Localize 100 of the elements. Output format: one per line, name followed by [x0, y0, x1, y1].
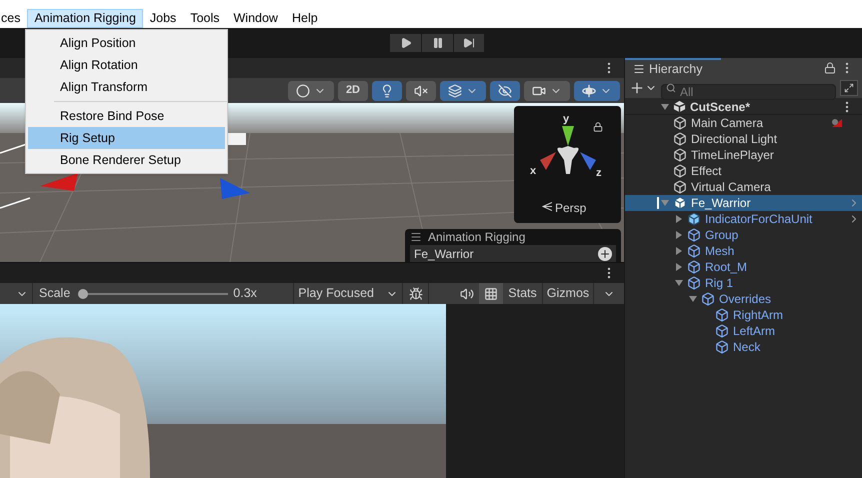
- scene-row[interactable]: CutScene*: [625, 99, 862, 115]
- gizmos-toggle[interactable]: [574, 80, 620, 100]
- cube-icon: [673, 180, 687, 194]
- item-label: Virtual Camera: [691, 179, 771, 196]
- menu-item[interactable]: Help: [284, 8, 325, 28]
- cube-icon: [687, 212, 701, 226]
- step-button[interactable]: [454, 34, 484, 52]
- item-label: Neck: [733, 339, 760, 356]
- item-label: IndicatorForChaUnit: [705, 211, 812, 228]
- overlay-item[interactable]: Fe_Warrior: [410, 245, 616, 262]
- search-field[interactable]: All: [661, 84, 836, 100]
- speaker-icon: [460, 286, 474, 300]
- hierarchy-item[interactable]: Neck: [625, 339, 862, 355]
- menu-option[interactable]: Rig Setup: [28, 127, 225, 149]
- lock-icon[interactable]: [593, 122, 603, 132]
- hierarchy-item[interactable]: Group: [625, 227, 862, 243]
- collapsed-arrow-icon[interactable]: [675, 263, 683, 271]
- hierarchy-item[interactable]: Root_M: [625, 259, 862, 275]
- lighting-toggle[interactable]: [372, 80, 402, 100]
- scale-reading: 0.3x: [233, 285, 258, 302]
- gizmos-button[interactable]: Gizmos: [542, 283, 594, 304]
- play-button[interactable]: [390, 34, 421, 52]
- item-label: Overrides: [719, 291, 772, 308]
- menu-option[interactable]: Align Position: [28, 32, 225, 54]
- cube-icon: [687, 260, 701, 274]
- play-icon: [400, 37, 412, 49]
- grid-icon: [484, 286, 498, 300]
- cube-icon: [673, 116, 687, 130]
- shading-icon: [296, 84, 310, 98]
- menu-option[interactable]: Align Rotation: [28, 54, 225, 76]
- hierarchy-item[interactable]: Rig 1: [625, 275, 862, 291]
- shading-toggle[interactable]: [288, 80, 334, 100]
- item-label: LeftArm: [733, 323, 776, 340]
- overlay-title: Animation Rigging: [428, 229, 526, 246]
- expanded-arrow-icon[interactable]: [689, 295, 697, 303]
- hierarchy-item[interactable]: Directional Light: [625, 131, 862, 147]
- scale-slider[interactable]: [78, 288, 228, 298]
- axis-label: y: [563, 112, 570, 127]
- pause-button[interactable]: [422, 34, 453, 52]
- menu-option[interactable]: Align Transform: [28, 76, 225, 98]
- effects-toggle[interactable]: [440, 80, 486, 100]
- hierarchy-item[interactable]: Mesh: [625, 243, 862, 259]
- menu-item[interactable]: Jobs: [142, 8, 184, 28]
- scene-visibility-button[interactable]: [840, 80, 858, 96]
- hierarchy-item[interactable]: RightArm: [625, 307, 862, 323]
- projection-label[interactable]: Persp: [555, 199, 586, 217]
- lock-icon[interactable]: [824, 62, 836, 74]
- cube-icon: [673, 164, 687, 178]
- menu-option[interactable]: Restore Bind Pose: [28, 105, 225, 127]
- cube-icon: [673, 196, 687, 210]
- item-label: Mesh: [705, 243, 734, 260]
- collapsed-arrow-icon[interactable]: [675, 215, 683, 223]
- collapsed-arrow-icon[interactable]: [675, 231, 683, 239]
- audio-toggle[interactable]: [406, 80, 436, 100]
- menu-item[interactable]: Animation Rigging: [27, 8, 143, 28]
- gizmos-icon: [582, 84, 596, 98]
- visibility-toggle[interactable]: [490, 80, 520, 100]
- effects-icon: [448, 84, 462, 98]
- item-label: TimeLinePlayer: [691, 147, 774, 164]
- cube-icon: [687, 244, 701, 258]
- audio-icon: [414, 84, 428, 98]
- grid-toggle[interactable]: [479, 283, 504, 304]
- hierarchy-item[interactable]: Effect: [625, 163, 862, 179]
- expanded-arrow-icon[interactable]: [661, 102, 669, 110]
- mode-toggle[interactable]: 2D: [338, 80, 368, 100]
- menu-item[interactable]: Tools: [183, 8, 226, 28]
- cube-icon: [673, 132, 687, 146]
- cube-icon: [673, 148, 687, 162]
- visibility-icon: [498, 84, 512, 98]
- item-label: Main Camera: [691, 115, 764, 132]
- lighting-icon: [380, 84, 394, 98]
- collapsed-arrow-icon[interactable]: [675, 247, 683, 255]
- hierarchy-item[interactable]: Main Camera: [625, 115, 862, 131]
- hierarchy-item[interactable]: Overrides: [625, 291, 862, 307]
- hierarchy-item[interactable]: TimeLinePlayer: [625, 147, 862, 163]
- bug-icon: [408, 286, 423, 300]
- step-icon: [463, 37, 475, 49]
- drag-handle-icon[interactable]: [410, 231, 422, 243]
- item-label: Group: [705, 227, 738, 244]
- cube-icon: [687, 228, 701, 242]
- axis-label: x: [530, 164, 536, 179]
- cube-icon: [715, 340, 729, 354]
- orientation-gizmo[interactable]: y x z Persp: [514, 106, 621, 223]
- menu-item[interactable]: Window: [226, 8, 285, 28]
- menu-item[interactable]: ces: [0, 8, 28, 28]
- item-label: Fe_Warrior: [691, 195, 751, 212]
- scene-icon: [673, 100, 686, 113]
- add-icon[interactable]: [598, 247, 612, 261]
- hierarchy-tab[interactable]: Hierarchy: [625, 58, 721, 78]
- add-button[interactable]: [629, 80, 657, 96]
- menu-option[interactable]: Bone Renderer Setup: [28, 149, 225, 171]
- cube-icon: [687, 276, 701, 290]
- cube-icon: [701, 292, 715, 306]
- hierarchy-item[interactable]: LeftArm: [625, 323, 862, 339]
- cube-icon: [715, 308, 729, 322]
- camera-toggle[interactable]: [524, 80, 570, 100]
- hierarchy-item[interactable]: Virtual Camera: [625, 179, 862, 195]
- expand-icon: [844, 83, 854, 93]
- expanded-arrow-icon[interactable]: [675, 279, 683, 287]
- hierarchy-item[interactable]: IndicatorForChaUnit: [625, 211, 862, 227]
